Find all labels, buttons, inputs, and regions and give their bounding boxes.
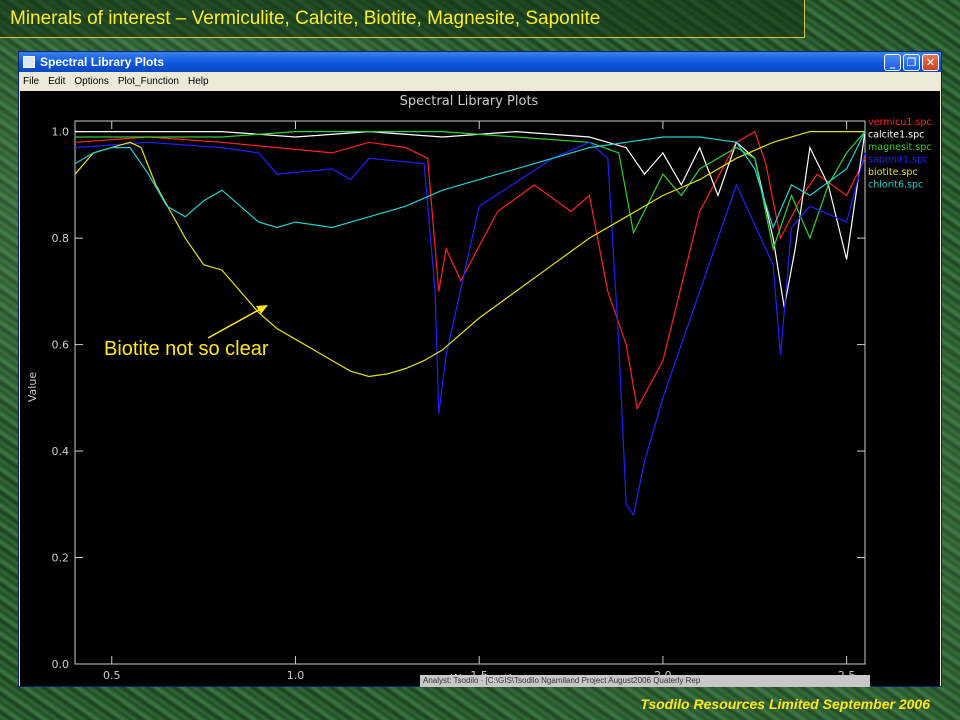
spectral-chart: Spectral Library Plots Wavelength Value … [26,94,932,685]
x-tick-label: 0.5 [103,669,121,682]
slide-title: Minerals of interest – Vermiculite, Calc… [0,0,805,38]
y-tick-label: 0.6 [52,339,70,352]
y-tick-label: 0.4 [52,445,70,458]
minimize-button[interactable]: _ [884,53,901,71]
slide-footer: Tsodilo Resources Limited September 2006 [640,696,930,712]
series-line-saponit1 [74,141,866,517]
y-tick-label: 0.2 [52,552,70,565]
window-titlebar[interactable]: Spectral Library Plots _ ❐ ✕ [19,52,941,72]
chart-y-label: Value [26,372,39,402]
menu-plot-function[interactable]: Plot_Function [118,76,179,87]
menu-help[interactable]: Help [188,76,209,87]
y-tick-label: 0.8 [52,232,70,245]
spectral-plot-window: Spectral Library Plots _ ❐ ✕ File Edit O… [18,51,942,687]
legend-entry: magnesit.spc [868,142,932,153]
menu-file[interactable]: File [23,76,39,87]
app-icon [23,56,35,68]
menu-bar: File Edit Options Plot_Function Help [19,72,941,90]
legend-entry: calcite1.spc [868,130,924,141]
window-title: Spectral Library Plots [40,55,165,69]
restore-button[interactable]: ❐ [903,53,920,71]
legend-entry: biotite.spc [868,167,918,178]
x-tick-label: 1.0 [287,669,305,682]
biotite-annotation: Biotite not so clear [104,338,269,360]
series-line-magnesit [75,130,866,252]
y-tick-label: 0.0 [52,658,70,671]
close-button[interactable]: ✕ [922,53,939,71]
menu-edit[interactable]: Edit [48,76,65,87]
legend-entry: saponit1.spc [868,155,928,166]
menu-options[interactable]: Options [74,76,108,87]
series-line-vermicu1 [74,130,866,411]
legend-entry: chlorit6.spc [868,180,923,191]
y-tick-label: 1.0 [52,126,70,139]
plot-frame [74,120,866,665]
legend-entry: vermicu1.spc [868,117,932,128]
status-bar: Analyst: Tsodilo · [C:\GIS\Tsodilo Ngami… [420,675,870,687]
plot-area: Spectral Library Plots Wavelength Value … [20,91,940,686]
chart-title: Spectral Library Plots [400,94,539,109]
